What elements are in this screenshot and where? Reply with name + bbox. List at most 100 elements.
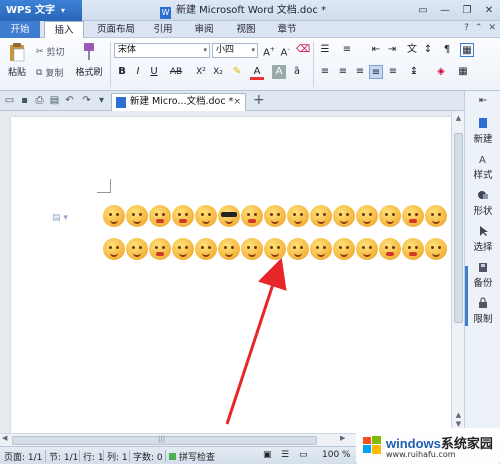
emoji-icon[interactable]: [425, 205, 447, 227]
close-tab-icon[interactable]: ×: [233, 94, 241, 110]
skin-icon[interactable]: ▭: [412, 0, 434, 21]
tab-view[interactable]: 视图: [231, 21, 261, 38]
taskpane-collapse[interactable]: ⇤: [465, 95, 500, 106]
minimize-button[interactable]: —: [434, 0, 456, 21]
emoji-icon[interactable]: [379, 205, 401, 227]
increase-indent-button[interactable]: ⇥: [385, 43, 399, 57]
document-page[interactable]: ▤ ▾: [11, 117, 451, 433]
paragraph-handle-icon[interactable]: ▤ ▾: [52, 213, 68, 223]
italic-button[interactable]: I: [131, 65, 145, 79]
emoji-icon[interactable]: [103, 205, 125, 227]
emoji-icon[interactable]: [172, 205, 194, 227]
chinese-layout-button[interactable]: 文: [405, 43, 419, 57]
shading-button[interactable]: ◈: [434, 65, 448, 79]
print-preview-icon[interactable]: ▤: [48, 94, 61, 107]
copy-button[interactable]: ⧉ 复制: [36, 66, 63, 80]
emoji-icon[interactable]: [356, 205, 378, 227]
distribute-button[interactable]: ≡: [386, 65, 400, 79]
outline-view-icon[interactable]: ☰: [281, 450, 289, 460]
taskpane-item-restrict[interactable]: 限制: [465, 297, 500, 325]
borders-button[interactable]: ▦: [456, 65, 470, 79]
highlight-button[interactable]: ✎: [230, 65, 244, 79]
tab-start[interactable]: 开始: [0, 21, 40, 38]
emoji-icon[interactable]: [310, 205, 332, 227]
shrink-font-button[interactable]: A-: [278, 43, 292, 58]
taskpane-item-style[interactable]: A 样式: [465, 153, 500, 181]
table-style-button[interactable]: ▦: [460, 43, 474, 57]
emoji-icon[interactable]: [356, 238, 378, 260]
line-spacing-button[interactable]: ↨: [407, 65, 421, 79]
emoji-icon[interactable]: [149, 238, 171, 260]
font-color-button[interactable]: A: [250, 65, 264, 80]
tab-references[interactable]: 引用: [148, 21, 178, 38]
emoji-icon[interactable]: [126, 238, 148, 260]
emoji-icon[interactable]: [264, 238, 286, 260]
tab-chapter[interactable]: 章节: [272, 21, 302, 38]
cut-button[interactable]: ✂ 剪切: [36, 45, 65, 59]
phonetic-button[interactable]: ã: [290, 65, 304, 79]
align-center-button[interactable]: ≡: [336, 65, 350, 79]
close-doc-icon[interactable]: ✕: [488, 23, 496, 33]
taskpane-item-backup[interactable]: 备份: [465, 261, 500, 289]
taskpane-item-select[interactable]: 选择: [465, 225, 500, 253]
save-icon[interactable]: ▪: [18, 94, 31, 107]
emoji-icon[interactable]: [218, 238, 240, 260]
quickbar-more-icon[interactable]: ▾: [95, 94, 108, 107]
sort-button[interactable]: ↕: [421, 43, 435, 57]
paste-button[interactable]: 粘贴: [4, 42, 30, 78]
superscript-button[interactable]: X²: [194, 65, 208, 79]
emoji-icon[interactable]: [287, 205, 309, 227]
vertical-scrollbar[interactable]: ▲ ▲ ▼: [451, 111, 464, 433]
status-word-count[interactable]: 字数: 0: [133, 450, 163, 463]
emoji-icon[interactable]: [241, 205, 263, 227]
taskpane-item-shape[interactable]: 形状: [465, 189, 500, 217]
open-icon[interactable]: ▭: [3, 94, 16, 107]
tab-page-layout[interactable]: 页面布局: [88, 21, 144, 38]
page-view-icon[interactable]: ▣: [263, 450, 272, 460]
emoji-icon[interactable]: [149, 205, 171, 227]
clear-format-button[interactable]: ⌫: [296, 43, 310, 57]
vertical-scroll-thumb[interactable]: [454, 133, 463, 323]
char-shading-button[interactable]: A: [272, 65, 286, 79]
emoji-icon[interactable]: [310, 238, 332, 260]
emoji-icon[interactable]: [333, 205, 355, 227]
emoji-icon[interactable]: [195, 205, 217, 227]
emoji-icon[interactable]: [264, 205, 286, 227]
strikethrough-button[interactable]: AB: [166, 65, 186, 79]
print-icon[interactable]: ⎙: [33, 94, 46, 107]
close-button[interactable]: ✕: [478, 0, 500, 21]
tab-review[interactable]: 审阅: [189, 21, 219, 38]
show-marks-button[interactable]: ¶: [440, 43, 454, 57]
emoji-icon[interactable]: [333, 238, 355, 260]
font-name-select[interactable]: 宋体 ▾: [114, 43, 210, 58]
emoji-icon[interactable]: [402, 205, 424, 227]
collapse-ribbon-icon[interactable]: ⌃: [475, 23, 483, 33]
app-menu-button[interactable]: WPS 文字 ▾: [0, 0, 82, 21]
align-left-button[interactable]: ≡: [318, 65, 332, 79]
emoji-icon[interactable]: [172, 238, 194, 260]
font-size-select[interactable]: 小四 ▾: [212, 43, 258, 58]
scroll-right-arrow[interactable]: ▶: [340, 434, 345, 442]
align-right-button[interactable]: ≡: [353, 65, 367, 79]
undo-icon[interactable]: ↶: [63, 94, 76, 107]
web-view-icon[interactable]: ▭: [299, 450, 308, 460]
emoji-icon[interactable]: [103, 238, 125, 260]
taskpane-item-new[interactable]: 新建: [465, 117, 500, 145]
bullets-button[interactable]: ☰: [318, 43, 332, 57]
grow-font-button[interactable]: A+: [262, 43, 276, 58]
emoji-icon[interactable]: [241, 238, 263, 260]
bold-button[interactable]: B: [115, 65, 129, 79]
new-tab-button[interactable]: +: [253, 92, 265, 108]
zoom-level[interactable]: 100 %: [322, 450, 351, 460]
emoji-icon[interactable]: [425, 238, 447, 260]
help-icon[interactable]: ?: [464, 23, 469, 33]
document-workspace[interactable]: ▤ ▾: [0, 111, 451, 433]
underline-button[interactable]: U: [147, 65, 161, 79]
document-tab[interactable]: 新建 Micro...文档.doc * ×: [111, 93, 246, 111]
justify-button[interactable]: ≡: [369, 65, 383, 79]
scroll-left-arrow[interactable]: ◀: [2, 434, 7, 442]
emoji-icon[interactable]: [379, 238, 401, 260]
format-painter-button[interactable]: 格式刷: [72, 42, 106, 78]
emoji-icon[interactable]: [195, 238, 217, 260]
emoji-icon[interactable]: [126, 205, 148, 227]
